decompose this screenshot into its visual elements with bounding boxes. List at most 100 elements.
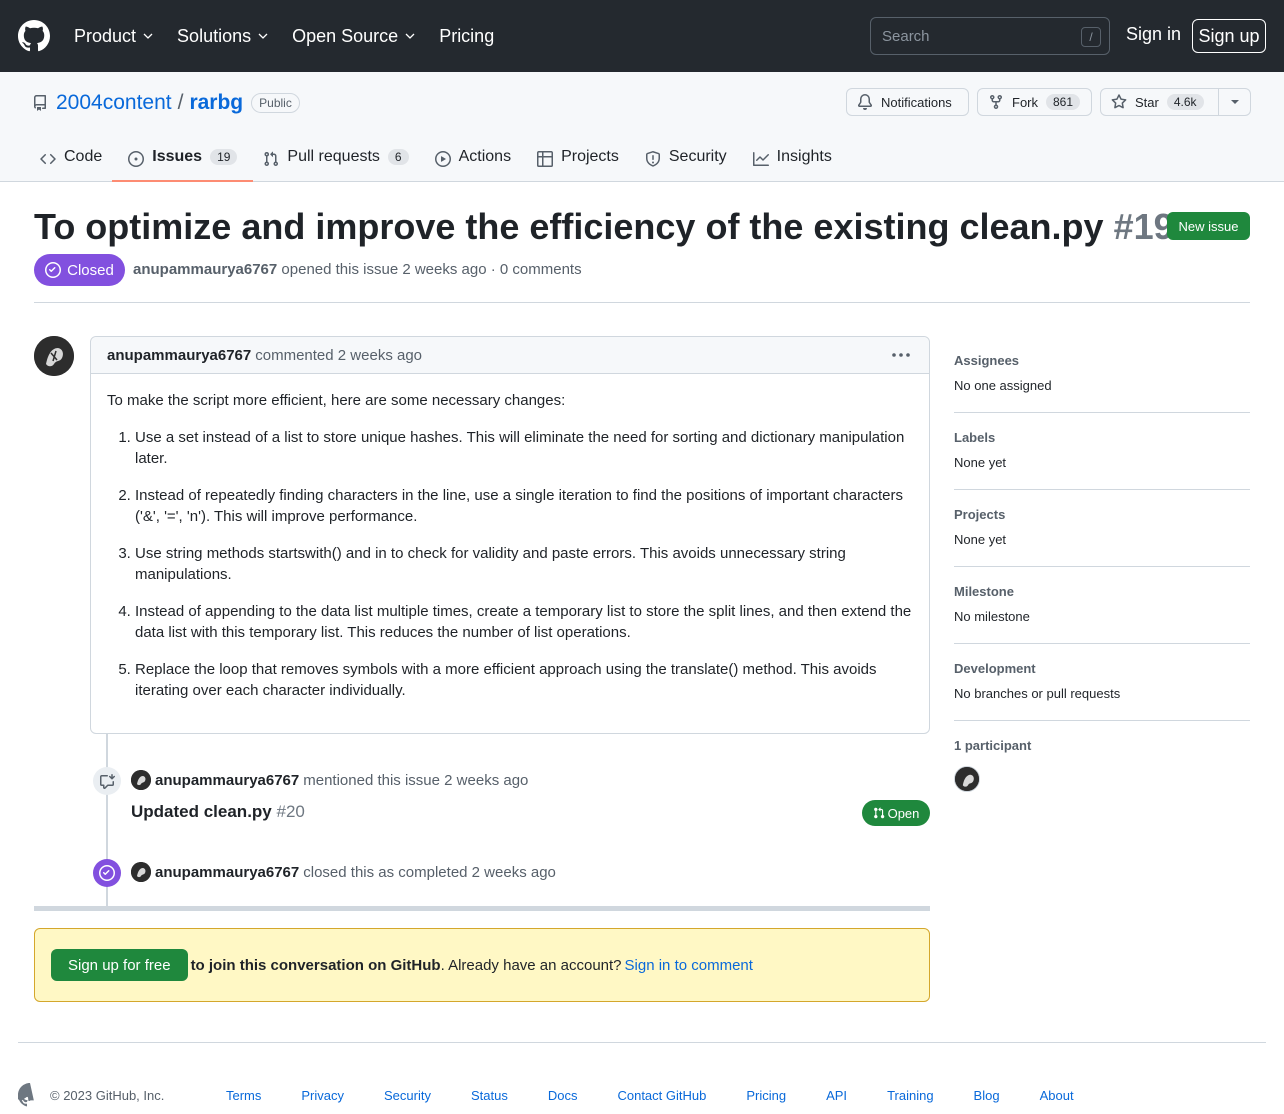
footer-link-status[interactable]: Status: [471, 1088, 508, 1103]
footer-link-blog[interactable]: Blog: [974, 1088, 1000, 1103]
sidebar-heading: Assignees: [954, 353, 1020, 368]
table-icon: [537, 151, 554, 167]
sidebar-assignees: Assignees No one assigned: [954, 336, 1250, 413]
git-pull-request-icon: [873, 807, 884, 819]
footer-link-terms[interactable]: Terms: [226, 1088, 261, 1103]
list-item: Use a set instead of a list to store uni…: [135, 427, 913, 469]
star-dropdown-button[interactable]: [1218, 88, 1251, 116]
mention-author: anupammaurya6767: [155, 771, 300, 789]
new-issue-button[interactable]: New issue: [1167, 212, 1250, 240]
graph-icon: [752, 152, 769, 166]
issue-state-label: Closed: [67, 261, 114, 279]
tab-projects[interactable]: Projects: [529, 148, 627, 182]
nav-open-source[interactable]: Open Source: [292, 26, 415, 47]
tab-issues[interactable]: Issues 19: [112, 148, 254, 182]
nav-pricing[interactable]: Pricing: [439, 26, 494, 47]
avatar-image: [131, 862, 151, 882]
notifications-label: Notifications: [881, 94, 952, 110]
search-input[interactable]: Search /: [870, 17, 1110, 55]
mention-text: mentioned this issue 2 weeks ago: [303, 771, 529, 789]
kebab-horizontal-icon[interactable]: [891, 347, 911, 363]
triangle-down-icon: [1230, 100, 1239, 104]
chevron-down-icon: [405, 33, 415, 39]
fork-count: 861: [1046, 94, 1081, 110]
sign-in-link[interactable]: Sign in: [1126, 24, 1181, 45]
sidebar-heading: Development: [954, 661, 1036, 676]
bell-icon: [857, 94, 872, 110]
sign-up-free-button[interactable]: Sign up for free: [51, 949, 188, 981]
footer-link-api[interactable]: API: [826, 1088, 847, 1103]
banner-bold-text: to join this conversation on GitHub: [190, 956, 441, 974]
avatar-image: [955, 767, 979, 791]
referenced-pr-number: #20: [276, 802, 305, 821]
banner-text: . Already have an account?: [440, 956, 622, 974]
issue-state-badge: Closed: [34, 254, 125, 286]
tab-actions[interactable]: Actions: [427, 148, 519, 182]
list-item: Instead of repeatedly finding characters…: [135, 485, 913, 527]
footer-link-about[interactable]: About: [1040, 1088, 1074, 1103]
repo-title: 2004content / rarbg Public: [32, 91, 300, 115]
issue-closed-icon: [99, 865, 115, 881]
avatar[interactable]: [34, 336, 74, 376]
sidebar-heading: Labels: [954, 430, 996, 445]
comment-author-link[interactable]: anupammaurya6767: [107, 347, 255, 364]
sign-up-button[interactable]: Sign up: [1192, 19, 1266, 53]
footer-link-pricing[interactable]: Pricing: [746, 1088, 786, 1103]
referenced-pr-link[interactable]: Updated clean.py #20: [131, 802, 305, 822]
nav-solutions[interactable]: Solutions: [177, 26, 268, 47]
github-logo-icon[interactable]: [18, 20, 50, 52]
repo-owner-link[interactable]: 2004content: [56, 91, 172, 115]
issue-opened-icon: [128, 151, 145, 167]
issue-sidebar: Assignees No one assigned Labels None ye…: [954, 336, 1250, 721]
footer-link-privacy[interactable]: Privacy: [301, 1088, 344, 1103]
nav-product[interactable]: Product: [74, 26, 153, 47]
avatar[interactable]: [954, 766, 980, 792]
repo-name-link[interactable]: rarbg: [189, 91, 243, 115]
avatar[interactable]: [131, 862, 151, 882]
tab-insights[interactable]: Insights: [745, 148, 840, 182]
repo-header: 2004content / rarbg Public Notifications…: [0, 72, 1284, 182]
footer-divider: [18, 1042, 1266, 1043]
notifications-button[interactable]: Notifications: [846, 88, 969, 116]
nav-solutions-label: Solutions: [177, 25, 252, 46]
search-shortcut-key: /: [1081, 27, 1101, 47]
footer-link-security[interactable]: Security: [384, 1088, 431, 1103]
star-button[interactable]: Star 4.6k: [1100, 88, 1219, 116]
github-logo-icon[interactable]: [18, 1083, 42, 1107]
sidebar-value: None yet: [954, 455, 1007, 470]
issue-opened-text: opened this issue 2 weeks ago: [281, 261, 487, 278]
issue-comment: anupammaurya6767 commented 2 weeks ago T…: [90, 336, 930, 734]
comment-timestamp: commented 2 weeks ago: [255, 346, 423, 364]
footer-link-contact[interactable]: Contact GitHub: [617, 1088, 706, 1103]
issues-count: 19: [210, 149, 238, 165]
footer-link-docs[interactable]: Docs: [548, 1088, 578, 1103]
tab-insights-label: Insights: [776, 148, 832, 165]
avatar[interactable]: [131, 770, 151, 790]
sign-in-to-comment-link[interactable]: Sign in to comment: [625, 957, 753, 974]
tab-pull-requests[interactable]: Pull requests 6: [255, 148, 416, 182]
tab-code[interactable]: Code: [32, 148, 110, 182]
star-icon: [1111, 94, 1127, 109]
fork-label: Fork: [1012, 94, 1038, 110]
timeline-mention-event: anupammaurya6767 mentioned this issue 2 …: [131, 770, 528, 790]
tab-code-label: Code: [64, 148, 103, 165]
footer-copyright: © 2023 GitHub, Inc.: [50, 1088, 165, 1103]
chevron-down-icon: [143, 33, 153, 39]
nav-product-label: Product: [74, 25, 137, 46]
sidebar-value: None yet: [954, 532, 1007, 547]
global-header: Product Solutions Open Source Pricing Se…: [0, 0, 1284, 72]
comment-header: anupammaurya6767 commented 2 weeks ago: [91, 337, 929, 374]
comment-list: Use a set instead of a list to store uni…: [107, 427, 913, 701]
closed-author-link[interactable]: anupammaurya6767: [151, 864, 303, 881]
meta-separator: ·: [490, 261, 496, 278]
issue-meta: anupammaurya6767 opened this issue 2 wee…: [133, 261, 582, 278]
mention-author-link[interactable]: anupammaurya6767: [151, 772, 303, 789]
comment-author: anupammaurya6767: [107, 346, 252, 364]
tab-security[interactable]: Security: [637, 148, 735, 182]
issue-author-link[interactable]: anupammaurya6767: [133, 261, 277, 278]
cross-reference-icon: [100, 774, 115, 789]
chevron-down-icon: [258, 33, 268, 39]
footer-link-training[interactable]: Training: [887, 1088, 933, 1103]
fork-button[interactable]: Fork 861: [977, 88, 1092, 116]
repo-forked-icon: [990, 95, 1002, 110]
